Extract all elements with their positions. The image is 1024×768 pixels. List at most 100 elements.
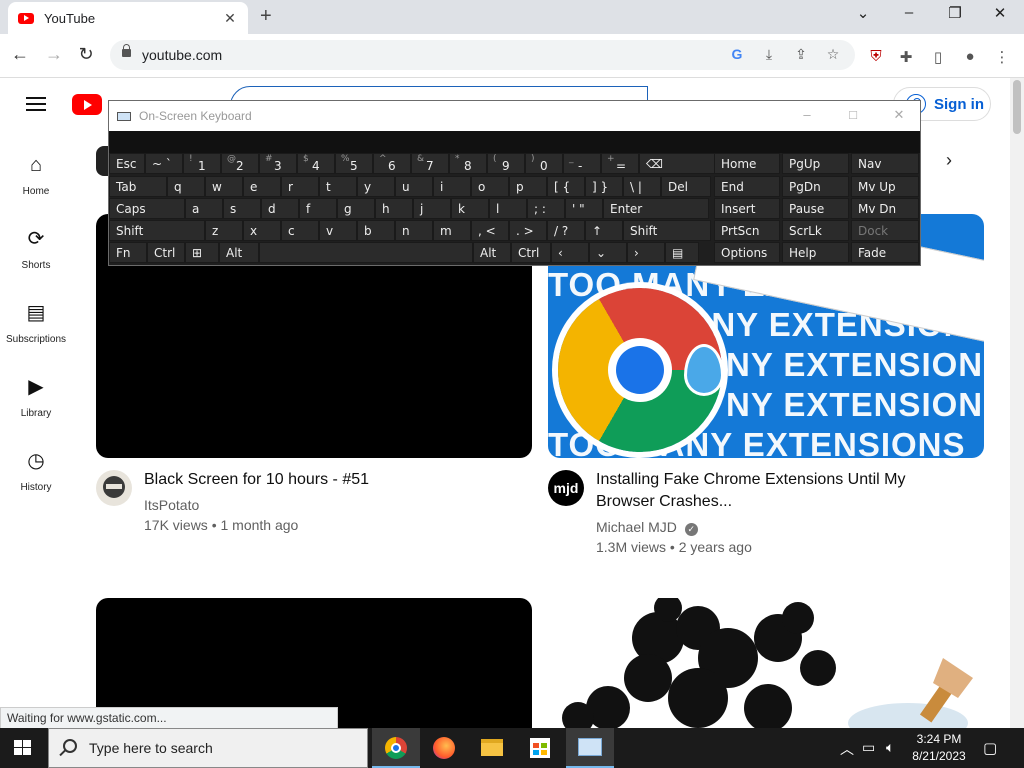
sidebar-item-history[interactable]: ◷ History bbox=[0, 448, 72, 493]
clock-date[interactable]: 8/21/2023 bbox=[906, 749, 972, 763]
address-bar[interactable]: youtube.com G ⤓ ⇪ ☆ bbox=[110, 40, 855, 70]
key-e[interactable]: e bbox=[243, 176, 281, 197]
key-shift[interactable]: Shift bbox=[109, 220, 205, 241]
back-arrow-icon[interactable]: ← bbox=[8, 44, 32, 65]
key-options[interactable]: Options bbox=[714, 242, 780, 263]
taskbar-store[interactable] bbox=[516, 728, 564, 768]
key-2[interactable]: @2 bbox=[221, 153, 259, 174]
key-m[interactable]: m bbox=[433, 220, 471, 241]
key-mv-dn[interactable]: Mv Dn bbox=[851, 198, 919, 219]
page-scrollbar[interactable] bbox=[1010, 78, 1024, 728]
key-s[interactable]: s bbox=[223, 198, 261, 219]
key-0[interactable]: ) 0 bbox=[525, 153, 563, 174]
key-o[interactable]: o bbox=[471, 176, 509, 197]
key-scrlk[interactable]: ScrLk bbox=[782, 220, 849, 241]
key-c[interactable]: c bbox=[281, 220, 319, 241]
key-symbol[interactable]: \ | bbox=[623, 176, 661, 197]
key-symbol[interactable]: [ { bbox=[547, 176, 585, 197]
key-5[interactable]: % 5 bbox=[335, 153, 373, 174]
key-a[interactable]: a bbox=[185, 198, 223, 219]
key-del[interactable]: Del bbox=[661, 176, 711, 197]
chevron-right-icon[interactable]: › bbox=[946, 150, 952, 171]
key-alt[interactable]: Alt bbox=[219, 242, 259, 263]
hamburger-menu-icon[interactable] bbox=[26, 97, 46, 111]
reload-icon[interactable]: ↻ bbox=[74, 44, 98, 65]
key-g[interactable]: g bbox=[337, 198, 375, 219]
key-symbol[interactable]: / ? bbox=[547, 220, 585, 241]
share-icon[interactable]: ⇪ bbox=[792, 46, 810, 63]
key-enter[interactable]: Enter bbox=[603, 198, 709, 219]
notifications-icon[interactable]: ▢ bbox=[983, 739, 997, 757]
sidebar-item-shorts[interactable]: ⟳ Shorts bbox=[0, 226, 72, 271]
key-symbol[interactable]: + = bbox=[601, 153, 639, 174]
tray-chevron-up-icon[interactable]: ︿ bbox=[840, 739, 854, 759]
volume-icon[interactable]: 🔈︎ bbox=[886, 739, 894, 756]
video-thumbnail[interactable] bbox=[548, 594, 984, 743]
key-8[interactable]: * 8 bbox=[449, 153, 487, 174]
key-d[interactable]: d bbox=[261, 198, 299, 219]
taskbar-on-screen-keyboard[interactable] bbox=[566, 728, 614, 768]
channel-avatar[interactable]: mjd bbox=[548, 470, 584, 506]
key-symbol[interactable]: . > bbox=[509, 220, 547, 241]
key-h[interactable]: h bbox=[375, 198, 413, 219]
key-symbol[interactable]: ⊞ bbox=[185, 242, 219, 263]
osk-close-button[interactable]: ✕ bbox=[889, 107, 909, 123]
key-symbol[interactable]: › bbox=[627, 242, 665, 263]
osk-title-bar[interactable]: On-Screen Keyboard – □ ✕ bbox=[109, 101, 920, 131]
sidebar-item-subscriptions[interactable]: ▤ Subscriptions bbox=[0, 300, 72, 345]
key-n[interactable]: n bbox=[395, 220, 433, 241]
key-shift[interactable]: Shift bbox=[623, 220, 711, 241]
channel-name[interactable]: ItsPotato bbox=[144, 494, 199, 516]
key-b[interactable]: b bbox=[357, 220, 395, 241]
key-ctrl[interactable]: Ctrl bbox=[147, 242, 185, 263]
video-title[interactable]: Browser Crashes... bbox=[596, 491, 732, 513]
extension-shield-icon[interactable]: ⛨ bbox=[866, 48, 886, 65]
key-symbol[interactable]: ⌄ bbox=[589, 242, 627, 263]
key-l[interactable]: l bbox=[489, 198, 527, 219]
key-4[interactable]: $4 bbox=[297, 153, 335, 174]
key-y[interactable]: y bbox=[357, 176, 395, 197]
lock-icon[interactable] bbox=[122, 44, 131, 57]
scrollbar-thumb[interactable] bbox=[1013, 80, 1021, 134]
channel-name[interactable]: Michael MJD ✓ bbox=[596, 516, 698, 538]
network-icon[interactable]: ▭ bbox=[862, 739, 875, 756]
key-home[interactable]: Home bbox=[714, 153, 780, 174]
install-app-icon[interactable]: ⤓ bbox=[760, 46, 778, 63]
sidebar-item-library[interactable]: ▶ Library bbox=[0, 374, 72, 419]
key-insert[interactable]: Insert bbox=[714, 198, 780, 219]
extensions-puzzle-icon[interactable]: ✚ bbox=[896, 48, 916, 66]
key-symbol[interactable]: ] } bbox=[585, 176, 623, 197]
key-symbol[interactable]: ↑ bbox=[585, 220, 623, 241]
close-window-button[interactable]: ✕ bbox=[985, 4, 1015, 22]
taskbar-firefox[interactable] bbox=[420, 728, 468, 768]
profile-avatar-icon[interactable]: ● bbox=[960, 48, 980, 65]
taskbar-chrome[interactable] bbox=[372, 728, 420, 768]
key-r[interactable]: r bbox=[281, 176, 319, 197]
key-prtscn[interactable]: PrtScn bbox=[714, 220, 780, 241]
clock-time[interactable]: 3:24 PM bbox=[906, 732, 972, 746]
tab-close-icon[interactable]: ✕ bbox=[222, 10, 238, 27]
key-esc[interactable]: Esc bbox=[109, 153, 145, 174]
osk-maximize-button[interactable]: □ bbox=[843, 107, 863, 122]
key-symbol[interactable]: , < bbox=[471, 220, 509, 241]
side-panel-icon[interactable]: ▯ bbox=[928, 48, 948, 66]
osk-minimize-button[interactable]: – bbox=[797, 107, 817, 122]
key-symbol[interactable]: ~ ` bbox=[145, 153, 183, 174]
key-6[interactable]: ^ 6 bbox=[373, 153, 411, 174]
key-spacebar[interactable] bbox=[259, 242, 473, 263]
restore-button[interactable]: ❐ bbox=[940, 4, 970, 22]
key-u[interactable]: u bbox=[395, 176, 433, 197]
key-dock[interactable]: Dock bbox=[851, 220, 919, 241]
key-j[interactable]: j bbox=[413, 198, 451, 219]
key-help[interactable]: Help bbox=[782, 242, 849, 263]
sidebar-item-home[interactable]: ⌂ Home bbox=[0, 152, 72, 197]
key-tab[interactable]: Tab bbox=[109, 176, 167, 197]
forward-arrow-icon[interactable]: → bbox=[42, 44, 66, 65]
key-symbol[interactable]: ' " bbox=[565, 198, 603, 219]
key-v[interactable]: v bbox=[319, 220, 357, 241]
key-pgdn[interactable]: PgDn bbox=[782, 176, 849, 197]
key-k[interactable]: k bbox=[451, 198, 489, 219]
google-lens-icon[interactable]: G bbox=[728, 46, 746, 62]
url-text[interactable]: youtube.com bbox=[142, 47, 222, 63]
start-button-windows-icon[interactable] bbox=[14, 740, 32, 756]
